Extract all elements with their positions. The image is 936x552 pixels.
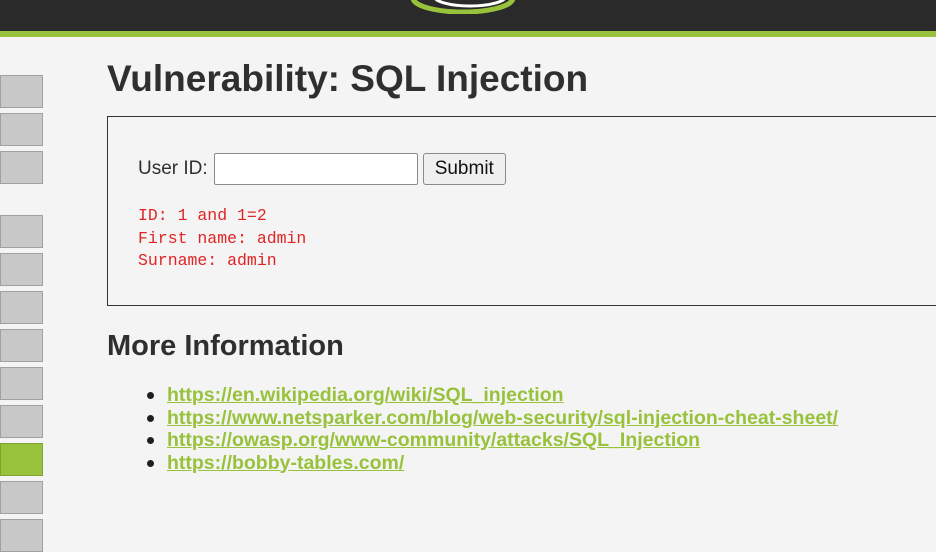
header-bar [0,0,936,31]
vulnerable-code-area: User ID: Submit ID: 1 and 1=2 First name… [107,116,936,306]
result-id-line: ID: 1 and 1=2 [138,206,267,225]
sidebar-item-12[interactable] [0,519,43,552]
user-id-form: User ID: Submit [138,153,506,185]
owasp-link[interactable]: https://owasp.org/www-community/attacks/… [167,429,700,452]
result-first-name-line: First name: admin [138,228,307,248]
query-result: ID: 1 and 1=2 First name: admin Surname:… [138,205,306,273]
submit-button[interactable]: Submit [422,153,506,185]
sidebar-item-1[interactable] [0,75,43,108]
user-id-label: User ID: [138,158,208,179]
sidebar-item-sql-injection-active[interactable] [0,443,43,476]
sidebar-item-2[interactable] [0,113,43,146]
bullet-icon [147,459,154,467]
sidebar-item-4[interactable] [0,215,43,248]
dvwa-logo-icon [410,0,516,14]
sidebar-item-5[interactable] [0,253,43,286]
page-title: Vulnerability: SQL Injection [107,58,589,99]
sidebar-item-11[interactable] [0,481,43,514]
netsparker-link[interactable]: https://www.netsparker.com/blog/web-secu… [167,407,838,430]
bullet-icon [147,414,154,422]
sidebar-item-3[interactable] [0,151,43,184]
sidebar-item-7[interactable] [0,329,43,362]
bullet-icon [147,392,154,399]
bobby-tables-link[interactable]: https://bobby-tables.com/ [167,452,404,475]
sidebar-item-9[interactable] [0,405,43,438]
header-accent-line [0,31,936,37]
wikipedia-link[interactable]: https://en.wikipedia.org/wiki/SQL_inject… [167,384,564,407]
bullet-icon [147,437,154,444]
sidebar-item-6[interactable] [0,291,43,324]
sidebar-item-8[interactable] [0,367,43,400]
result-surname-line: Surname: admin [138,251,277,270]
user-id-input[interactable] [213,153,418,185]
more-information-heading: More Information [107,330,344,362]
